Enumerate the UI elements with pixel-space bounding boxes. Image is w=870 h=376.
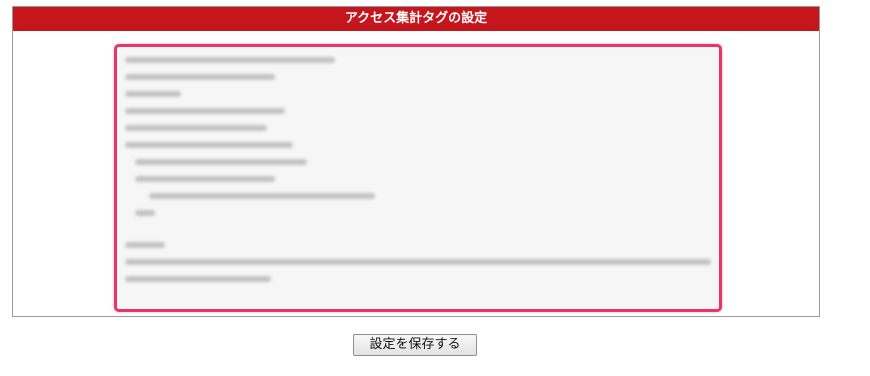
redacted-code-content (117, 47, 719, 309)
redacted-line (135, 159, 307, 165)
redacted-line (125, 276, 271, 282)
redacted-line (149, 193, 375, 199)
redacted-line (125, 91, 181, 97)
tracking-code-textarea[interactable] (114, 44, 722, 312)
redacted-line (125, 142, 293, 148)
redacted-line (135, 210, 155, 216)
save-settings-button[interactable]: 設定を保存する (353, 334, 477, 356)
access-tag-settings-panel: アクセス集計タグの設定 (12, 6, 820, 317)
redacted-line (125, 125, 267, 131)
redacted-line (125, 259, 711, 265)
redacted-line (125, 108, 285, 114)
redacted-line (125, 242, 165, 248)
redacted-line (125, 74, 275, 80)
panel-title: アクセス集計タグの設定 (13, 7, 819, 31)
redacted-line (135, 176, 275, 182)
redacted-line (125, 57, 335, 63)
